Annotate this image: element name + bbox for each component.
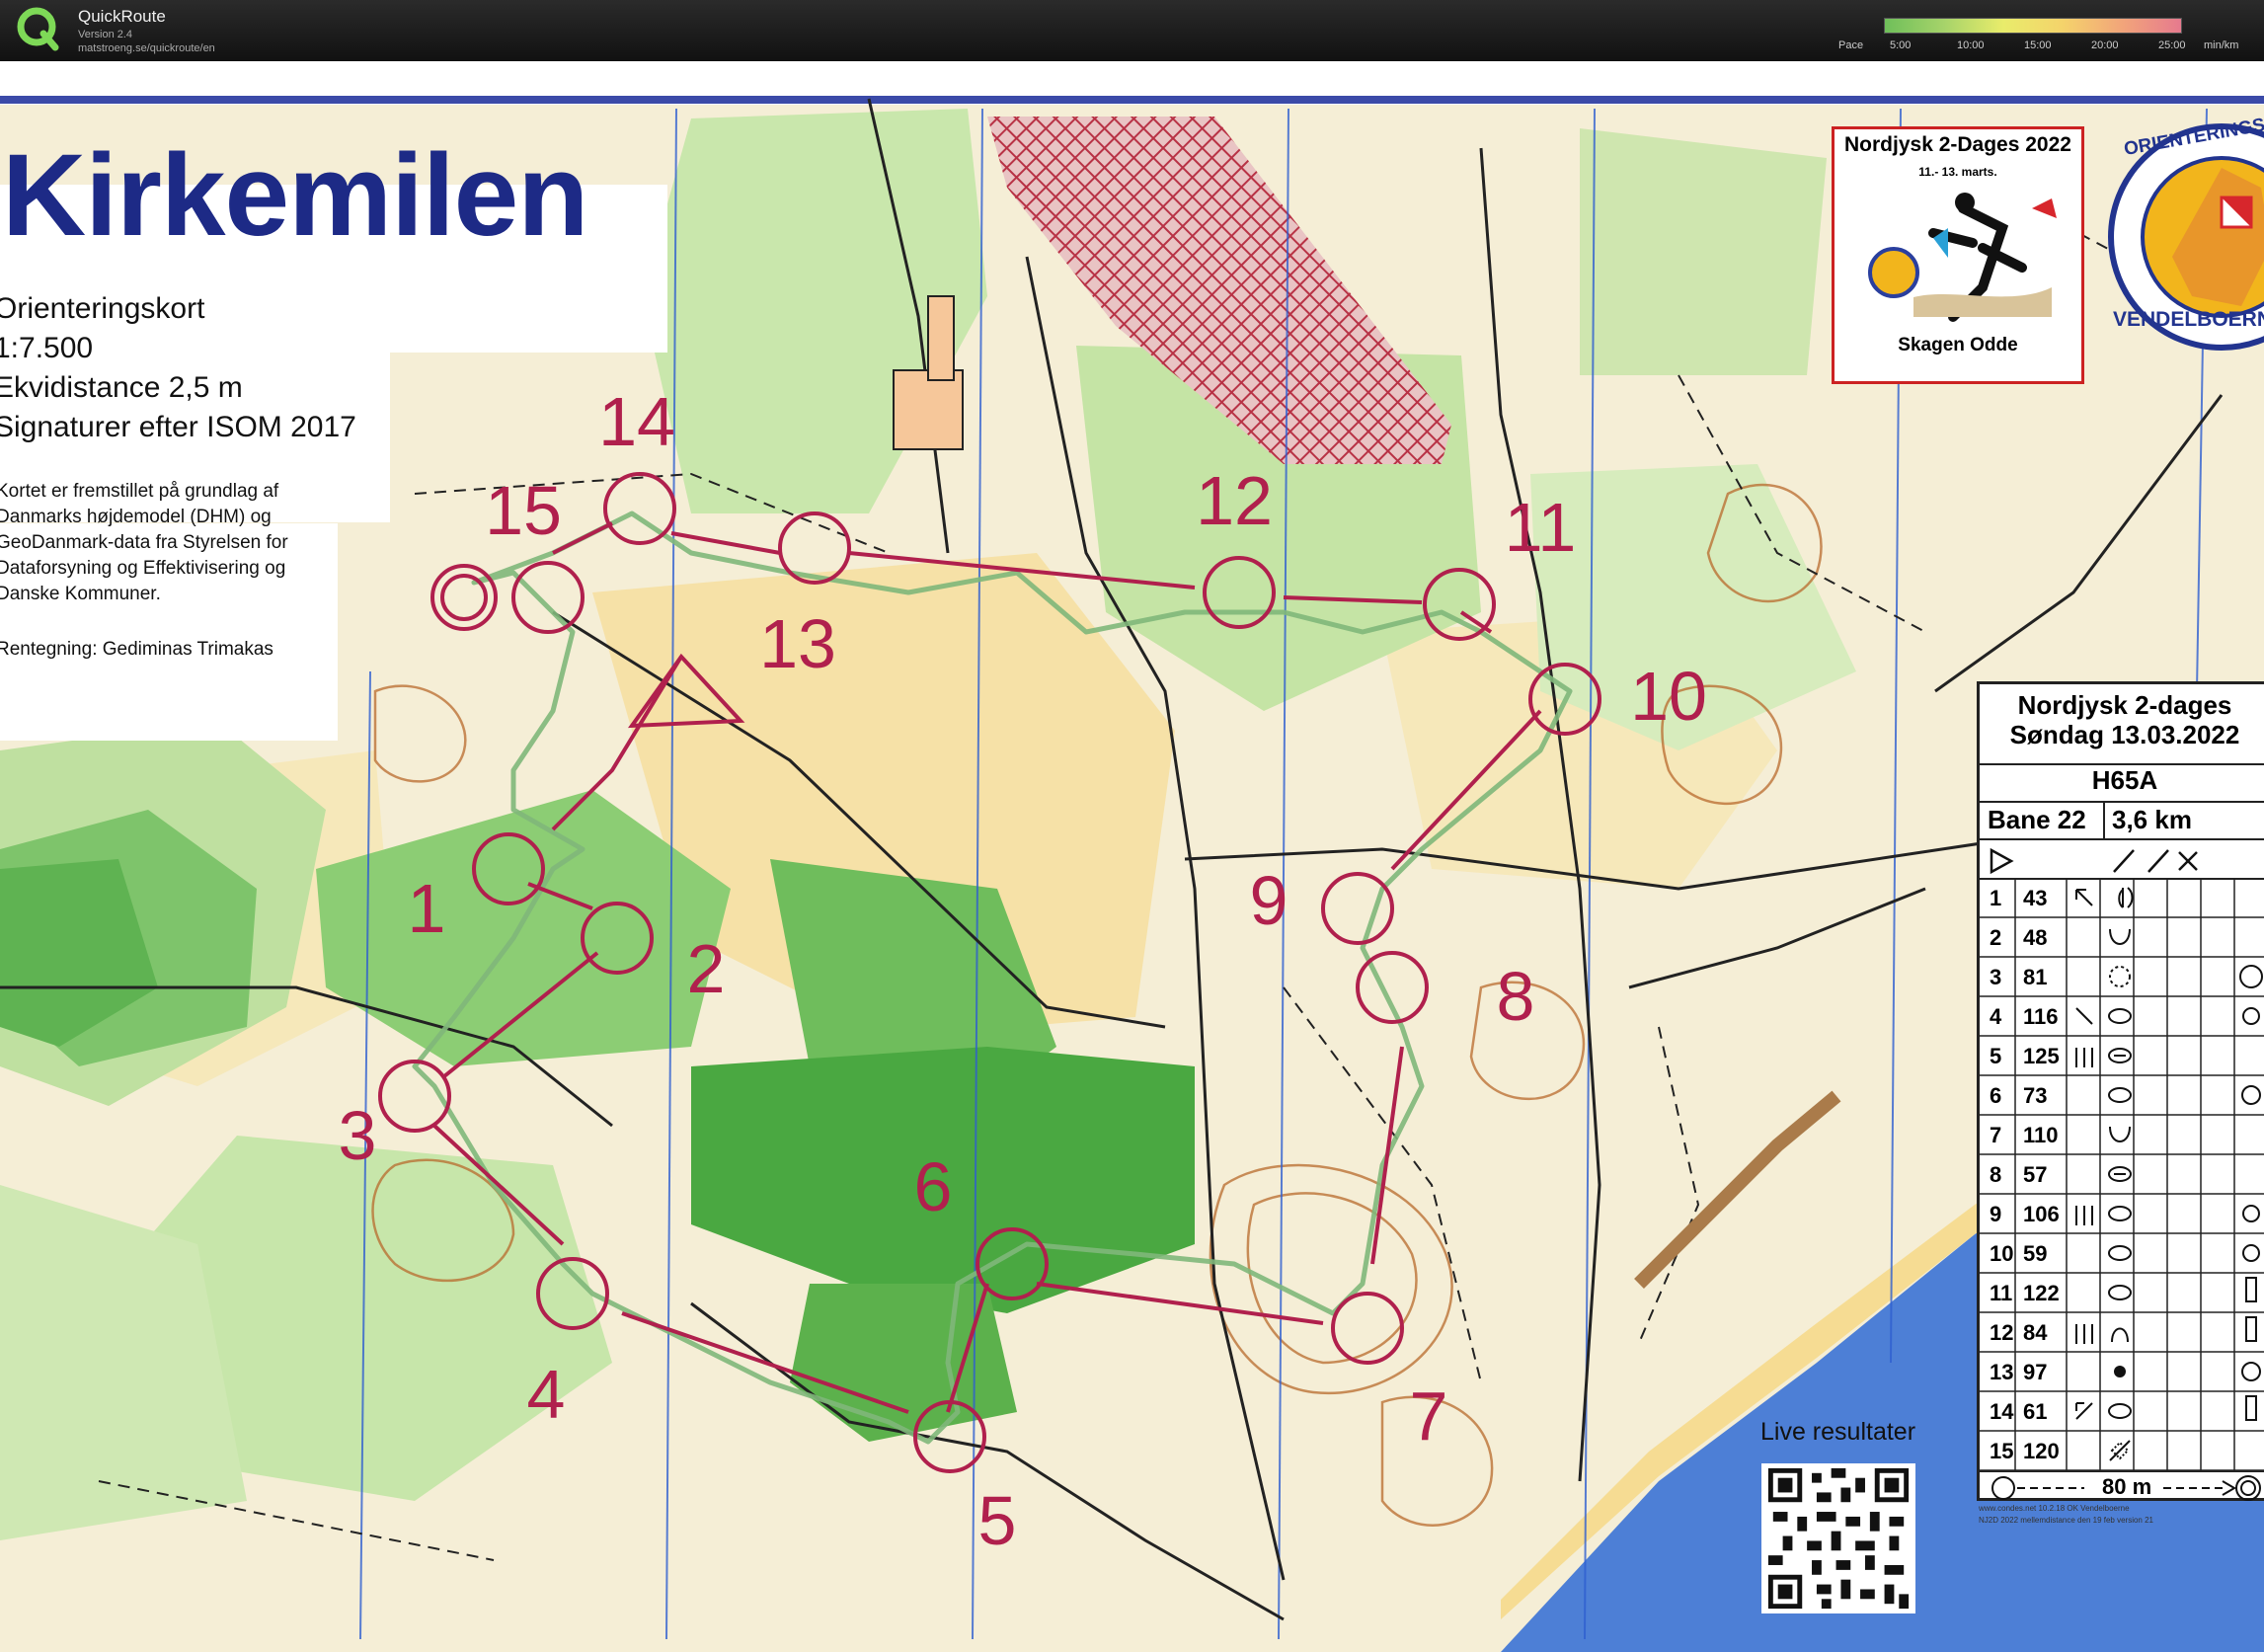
control-number: 5 — [977, 1482, 1017, 1559]
control-number: 10 — [1630, 658, 1707, 735]
pace-tick-label: 5:00 — [1890, 39, 1912, 51]
pace-tick-label: 15:00 — [2024, 39, 2052, 51]
qr-code-icon[interactable] — [1761, 1463, 1915, 1613]
pace-label: Pace — [1838, 39, 1864, 51]
map-canvas[interactable]: Kirkemilen Orienteringskort 1:7.500 Ekvi… — [0, 61, 2264, 1652]
control-number: 11 — [1504, 489, 1577, 566]
map-credit-text: Rentegning: Gediminas Trimakas — [0, 639, 273, 660]
quickroute-logo-icon — [17, 7, 59, 51]
map-source-text: Dataforsyning og Effektivisering og — [0, 558, 286, 579]
cd-grid — [1980, 878, 2264, 1470]
control-number: 12 — [1196, 462, 1273, 539]
control-number: 3 — [338, 1097, 377, 1174]
map-title: Kirkemilen — [2, 130, 588, 261]
cd-course: Bane 22 — [1988, 805, 2086, 834]
event-logo-box: Nordjysk 2-Dages 2022 11.- 13. marts. Sk… — [1832, 126, 2084, 384]
map-source-text: Kortet er fremstillet på grundlag af — [0, 481, 279, 502]
club-name-bottom: VENDELBOERNE — [2113, 308, 2264, 331]
control-number: 9 — [1249, 862, 1288, 939]
cd-event-date: Søndag 13.03.2022 — [2009, 720, 2240, 749]
cd-event-name: Nordjysk 2-dages — [2017, 690, 2232, 720]
control-number: 7 — [1409, 1377, 1448, 1455]
control-number: 13 — [759, 605, 836, 682]
app-url: matstroeng.se/quickroute/en — [78, 42, 215, 54]
cd-finish-distance: 80 m — [2102, 1474, 2152, 1499]
control-number: 6 — [913, 1148, 953, 1225]
event-title: Nordjysk 2-Dages 2022 — [1844, 133, 2071, 156]
cd-class: H65A — [2091, 765, 2158, 795]
app-version: Version 2.4 — [78, 29, 133, 40]
event-dates: 11.- 13. marts. — [1918, 165, 1997, 179]
control-description-sheet: Nordjysk 2-dages Søndag 13.03.2022 H65A … — [1977, 681, 2264, 1501]
app-title-bar: QuickRoute Version 2.4 matstroeng.se/qui… — [0, 0, 2264, 61]
map-source-text: GeoDanmark-data fra Styrelsen for — [0, 532, 288, 553]
cd-start-row — [1990, 847, 2198, 875]
cd-footer-text: NJ2D 2022 mellemdistance den 19 feb vers… — [1979, 1516, 2153, 1525]
cd-footer-text: www.condes.net 10.2.18 OK Vendelboerne — [1979, 1504, 2130, 1513]
control-number: 14 — [598, 383, 675, 460]
map-scale-text: 1:7.500 — [0, 332, 94, 364]
source-panel — [0, 523, 338, 741]
map-symbol-standard-text: Signaturer efter ISOM 2017 — [0, 411, 356, 443]
app-name: QuickRoute — [78, 7, 166, 26]
map-contour-interval-text: Ekvidistance 2,5 m — [0, 371, 243, 404]
map-source-text: Danske Kommuner. — [0, 584, 161, 604]
live-results-label: Live resultater — [1760, 1418, 1916, 1446]
control-number: 2 — [686, 930, 726, 1007]
event-place: Skagen Odde — [1898, 335, 2018, 355]
control-number: 4 — [526, 1356, 566, 1433]
cd-length: 3,6 km — [2112, 805, 2192, 834]
map-type-text: Orienteringskort — [0, 292, 205, 325]
control-number: 8 — [1496, 958, 1535, 1035]
pace-color-scale — [1884, 18, 2182, 34]
pace-tick-label: 10:00 — [1957, 39, 1985, 51]
control-number: 15 — [485, 472, 562, 549]
event-runner-logo-icon — [1868, 193, 2057, 322]
map-source-text: Danmarks højdemodel (DHM) og — [0, 507, 272, 527]
control-number: 1 — [407, 870, 446, 947]
pace-tick-label: 25:00 — [2158, 39, 2186, 51]
pace-unit-label: min/km — [2204, 39, 2239, 51]
pace-tick-label: 20:00 — [2091, 39, 2119, 51]
